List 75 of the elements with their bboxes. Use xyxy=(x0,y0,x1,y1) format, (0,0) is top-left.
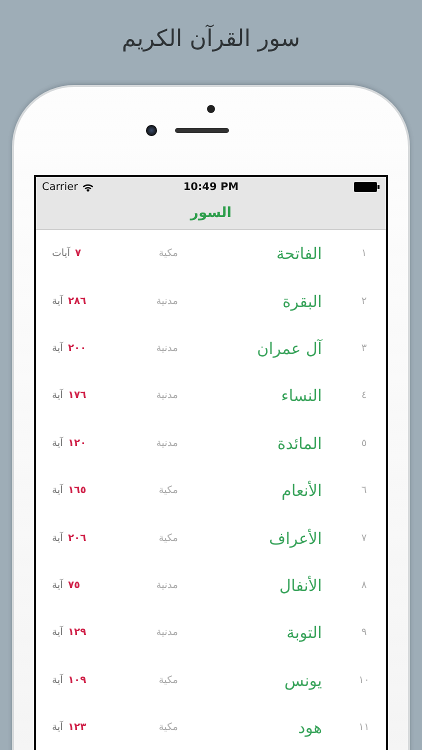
verse-count: ١٦٥ xyxy=(68,485,86,496)
surah-name: النساء xyxy=(281,386,322,406)
revelation-type: مدنية xyxy=(155,627,178,638)
surah-number: ٨ xyxy=(361,580,367,591)
revelation-type: مكية xyxy=(158,248,178,260)
carrier-label: Carrier xyxy=(42,181,78,193)
verse-unit: آية xyxy=(52,485,63,496)
verse-unit: آية xyxy=(52,532,63,544)
surah-number: ٢ xyxy=(361,296,367,307)
battery-icon xyxy=(354,182,380,192)
surah-row[interactable]: ١٢٣ آية مكية هود ١١ xyxy=(36,704,386,750)
surah-name: الأنفال xyxy=(279,576,322,595)
surah-number: ٣ xyxy=(361,342,367,354)
revelation-type: مدنية xyxy=(155,580,178,591)
verse-unit: آيات xyxy=(52,248,70,260)
surah-name: الفاتحة xyxy=(276,244,322,264)
surah-number: ١٠ xyxy=(358,674,370,686)
revelation-type: مدنية xyxy=(155,342,178,354)
verse-count: ١٢٠ xyxy=(68,438,86,449)
verse-count: ٧٥ xyxy=(68,580,80,591)
verse-unit: آية xyxy=(52,627,63,638)
surah-row[interactable]: ١٠٩ آية مكية يونس ١٠ xyxy=(36,656,386,704)
verse-unit: آية xyxy=(52,580,63,591)
surah-row[interactable]: ١٦٥ آية مكية الأنعام ٦ xyxy=(36,466,386,514)
surah-name: هود xyxy=(298,718,322,738)
surah-name: الأنعام xyxy=(281,481,322,500)
surah-number: ٤ xyxy=(361,390,367,402)
wifi-icon xyxy=(82,182,94,192)
revelation-type: مدنية xyxy=(155,296,178,307)
surah-row[interactable]: ٢٠٦ آية مكية الأعراف ٧ xyxy=(36,514,386,562)
verse-unit: آية xyxy=(52,342,63,354)
surah-number: ١ xyxy=(361,248,367,260)
surah-name: آل عمران xyxy=(257,338,322,358)
surah-number: ٩ xyxy=(361,627,367,638)
headline: سور القرآن الكريم xyxy=(122,24,300,54)
status-time: 10:49 PM xyxy=(183,181,239,193)
verse-unit: آية xyxy=(52,674,63,686)
revelation-type: مكية xyxy=(158,485,178,496)
sensor-icon xyxy=(207,105,215,113)
revelation-type: مكية xyxy=(158,532,178,544)
surah-row[interactable]: ٢٠٠ آية مدنية آل عمران ٣ xyxy=(36,324,386,372)
surah-number: ٥ xyxy=(361,438,367,449)
surah-row[interactable]: ١٧٦ آية مدنية النساء ٤ xyxy=(36,372,386,420)
verse-unit: آية xyxy=(52,296,63,307)
surah-name: الأعراف xyxy=(269,528,322,548)
surah-number: ١١ xyxy=(358,722,370,734)
verse-count: ٢٠٦ xyxy=(68,532,86,544)
surah-name: البقرة xyxy=(282,292,322,311)
verse-count: ١٢٣ xyxy=(68,722,86,734)
surah-row[interactable]: ١٢٠ آية مدنية المائدة ٥ xyxy=(36,420,386,467)
verse-count: ١٠٩ xyxy=(68,674,86,686)
verse-count: ٢٨٦ xyxy=(68,296,86,307)
surah-name: يونس xyxy=(284,670,322,690)
verse-count: ٢٠٠ xyxy=(68,342,86,354)
surah-number: ٧ xyxy=(361,532,367,544)
surah-row[interactable]: ١٢٩ آية مدنية التوبة ٩ xyxy=(36,609,386,657)
verse-unit: آية xyxy=(52,722,63,734)
speaker-icon xyxy=(175,128,229,132)
surah-row[interactable]: ٧٥ آية مدنية الأنفال ٨ xyxy=(36,562,386,610)
surah-number: ٦ xyxy=(361,485,367,496)
surah-name: التوبة xyxy=(286,623,322,642)
verse-count: ١٧٦ xyxy=(68,390,86,402)
verse-unit: آية xyxy=(52,438,63,449)
verse-count: ١٢٩ xyxy=(68,627,86,638)
revelation-type: مكية xyxy=(158,674,178,686)
nav-title: السور xyxy=(190,205,232,221)
surah-row[interactable]: ٢٨٦ آية مدنية البقرة ٢ xyxy=(36,277,386,325)
revelation-type: مكية xyxy=(158,722,178,734)
revelation-type: مدنية xyxy=(155,390,178,402)
camera-icon xyxy=(146,124,157,136)
verse-unit: آية xyxy=(52,390,63,402)
verse-count: ٧ xyxy=(75,248,82,260)
surah-name: المائدة xyxy=(277,434,322,453)
revelation-type: مدنية xyxy=(155,438,178,449)
surah-row[interactable]: ٧ آيات مكية الفاتحة ١ xyxy=(36,230,386,278)
